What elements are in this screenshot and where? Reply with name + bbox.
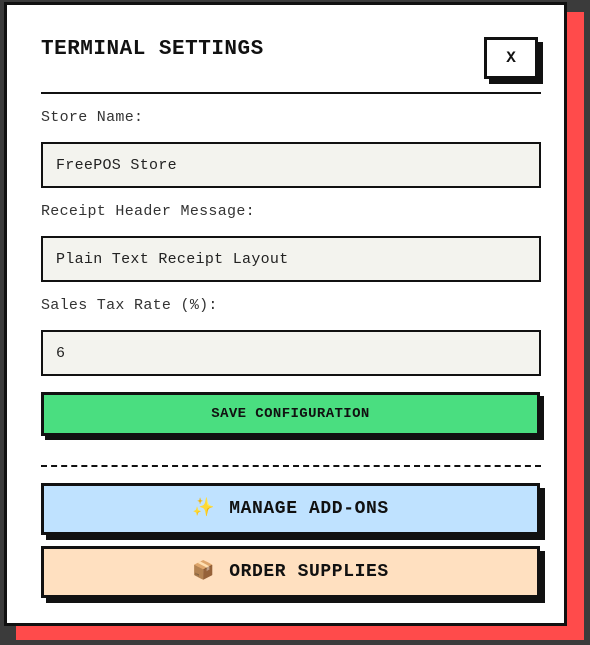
sales-tax-value: 6: [56, 344, 66, 362]
manage-addons-label: MANAGE ADD-ONS: [229, 499, 389, 519]
sales-tax-input[interactable]: 6: [41, 330, 541, 376]
package-icon: 📦: [192, 562, 216, 582]
modal-title: TERMINAL SETTINGS: [41, 38, 264, 61]
header-divider: [41, 92, 541, 94]
store-name-label: Store Name:: [41, 109, 144, 126]
receipt-header-value: Plain Text Receipt Layout: [56, 250, 289, 268]
sparkles-icon: ✨: [192, 499, 216, 519]
close-icon: X: [506, 49, 516, 67]
store-name-value: FreePOS Store: [56, 156, 177, 174]
screen: TERMINAL SETTINGS X Store Name: FreePOS …: [0, 0, 590, 645]
save-configuration-button[interactable]: SAVE CONFIGURATION: [41, 392, 540, 436]
terminal-settings-modal: TERMINAL SETTINGS X Store Name: FreePOS …: [4, 2, 567, 626]
manage-addons-button[interactable]: ✨ MANAGE ADD-ONS: [41, 483, 540, 535]
receipt-header-label: Receipt Header Message:: [41, 203, 255, 220]
order-supplies-button[interactable]: 📦 ORDER SUPPLIES: [41, 546, 540, 598]
store-name-input[interactable]: FreePOS Store: [41, 142, 541, 188]
receipt-header-input[interactable]: Plain Text Receipt Layout: [41, 236, 541, 282]
sales-tax-label: Sales Tax Rate (%):: [41, 297, 218, 314]
section-divider: [41, 465, 541, 467]
close-button[interactable]: X: [484, 37, 538, 79]
order-supplies-label: ORDER SUPPLIES: [229, 562, 389, 582]
